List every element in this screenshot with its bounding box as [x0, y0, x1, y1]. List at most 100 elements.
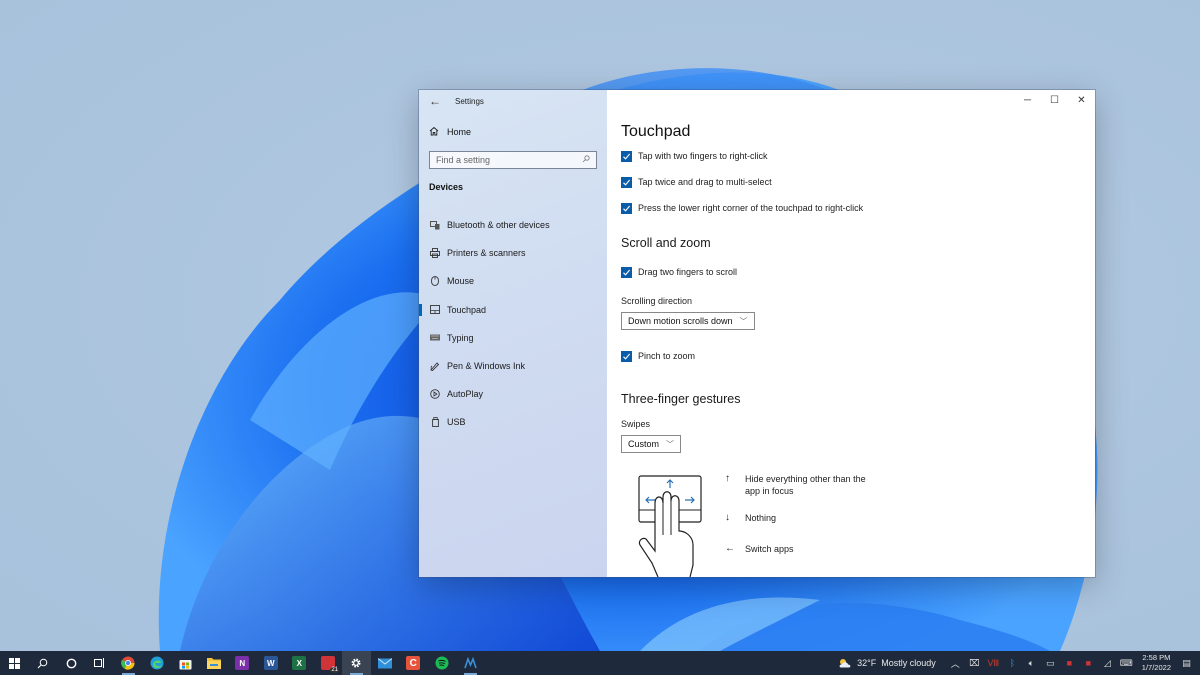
- checkbox-checked-icon[interactable]: [621, 266, 632, 278]
- keyboard-icon: [429, 333, 441, 343]
- back-button[interactable]: ←: [429, 94, 447, 108]
- sidebar-item-mouse[interactable]: Mouse: [419, 267, 607, 295]
- taskbar-app-word[interactable]: W: [257, 651, 286, 675]
- wifi-icon[interactable]: ◿: [1098, 658, 1117, 669]
- checkbox-checked-icon[interactable]: [621, 202, 632, 214]
- chevron-down-icon: ﹀: [739, 316, 748, 326]
- notifications-icon[interactable]: ▤: [1177, 658, 1196, 669]
- meet-now-icon[interactable]: ⌧: [965, 658, 984, 669]
- sidebar-item-touchpad[interactable]: Touchpad: [419, 296, 607, 324]
- taskbar-app-file-explorer[interactable]: [200, 651, 229, 675]
- app-icon: [463, 656, 477, 668]
- keyboard-icon[interactable]: ⌨: [1117, 658, 1136, 669]
- sidebar-item-autoplay[interactable]: AutoPlay: [419, 380, 607, 408]
- sidebar-item-label: Printers & scanners: [447, 248, 526, 259]
- devices-nav: Bluetooth & other devices Printers & sca…: [419, 211, 607, 437]
- chevron-up-icon[interactable]: ︿: [946, 657, 965, 670]
- gesture-action-label: Nothing: [745, 513, 777, 523]
- close-button[interactable]: ✕: [1068, 90, 1095, 110]
- checkbox-checked-icon[interactable]: [621, 350, 632, 362]
- pen-icon: [429, 361, 441, 372]
- home-nav-item[interactable]: Home: [419, 120, 607, 144]
- battery-icon[interactable]: ▭: [1041, 658, 1060, 669]
- sidebar-item-pen[interactable]: Pen & Windows Ink: [419, 352, 607, 380]
- sidebar-item-printers[interactable]: Printers & scanners: [419, 239, 607, 267]
- printer-icon: [429, 248, 441, 259]
- weather-widget[interactable]: 32°F Mostly cloudy: [838, 658, 936, 668]
- taskbar-app-settings[interactable]: [342, 651, 371, 675]
- taskbar-app-edge[interactable]: [143, 651, 172, 675]
- home-icon: [429, 126, 441, 139]
- checkbox-label: Drag two fingers to scroll: [638, 267, 738, 277]
- checkbox-checked-icon[interactable]: [621, 176, 632, 188]
- spotify-icon: [435, 656, 449, 670]
- cortana-button[interactable]: [57, 651, 86, 675]
- clock[interactable]: 2:58 PM 1/7/2022: [1142, 653, 1171, 673]
- page-title: Touchpad: [621, 123, 691, 140]
- checkbox-label: Pinch to zoom: [638, 351, 696, 361]
- taskbar-app-acrobat[interactable]: 21: [314, 651, 343, 675]
- tap-options: Tap with two fingers to right-click Tap …: [621, 149, 863, 215]
- gesture-action-label: Hide everything other than the app in fo…: [745, 474, 866, 496]
- taskbar-app-spotify[interactable]: [428, 651, 457, 675]
- search-input[interactable]: [436, 155, 576, 165]
- sidebar-item-usb[interactable]: USB: [419, 408, 607, 436]
- taskbar-app-chrome[interactable]: [114, 651, 143, 675]
- three-finger-gesture-illustration: [638, 475, 704, 578]
- checkbox-pinch-to-zoom[interactable]: Pinch to zoom: [621, 349, 695, 363]
- arrow-up-icon: ↑: [725, 473, 730, 484]
- usb-icon: [429, 417, 441, 428]
- weather-condition: Mostly cloudy: [881, 658, 936, 668]
- task-view-button[interactable]: [86, 651, 115, 675]
- sidebar-item-label: Mouse: [447, 276, 475, 287]
- taskbar-search-button[interactable]: [29, 651, 58, 675]
- minimize-button[interactable]: ─: [1014, 90, 1041, 110]
- checkbox-two-finger-right-click[interactable]: Tap with two fingers to right-click: [621, 149, 863, 163]
- bluetooth-icon[interactable]: ᛒ: [1003, 658, 1022, 668]
- app-tray-icon[interactable]: Ⅷ: [984, 658, 1003, 669]
- touchpad-icon: [429, 305, 441, 315]
- scrolling-direction-dropdown[interactable]: Down motion scrolls down ﹀: [621, 312, 755, 330]
- settings-window: ← Settings Home Devices Bluetooth & othe…: [419, 90, 1095, 578]
- settings-main-pane: ─ ☐ ✕ Touchpad Tap with two fingers to r…: [607, 90, 1095, 578]
- checkbox-label: Tap with two fingers to right-click: [638, 151, 768, 161]
- taskbar-app-blue[interactable]: [456, 651, 485, 675]
- sidebar-item-bluetooth[interactable]: Bluetooth & other devices: [419, 211, 607, 239]
- gesture-swipe-up: ↑ Hide everything other than the app in …: [725, 473, 875, 497]
- maximize-button[interactable]: ☐: [1041, 90, 1068, 110]
- gear-icon: [351, 658, 361, 668]
- gesture-swipe-left: ← Switch apps: [725, 543, 875, 555]
- sidebar-item-label: Typing: [447, 332, 474, 343]
- checkbox-drag-two-fingers[interactable]: Drag two fingers to scroll: [621, 265, 737, 279]
- volume-icon[interactable]: 🔈︎: [1022, 658, 1041, 669]
- tray-app-icon-1[interactable]: ■: [1060, 658, 1079, 668]
- swipes-dropdown[interactable]: Custom ﹀: [621, 435, 682, 453]
- notification-badge: 21: [330, 667, 339, 673]
- tray-app-icon-2[interactable]: ■: [1079, 658, 1098, 668]
- search-icon[interactable]: [582, 155, 590, 165]
- clock-time: 2:58 PM: [1142, 653, 1171, 662]
- checkbox-tap-twice-drag[interactable]: Tap twice and drag to multi-select: [621, 175, 863, 189]
- app-title: Settings: [455, 96, 484, 106]
- clock-date: 1/7/2022: [1141, 663, 1171, 672]
- taskbar-app-castify[interactable]: C: [399, 651, 428, 675]
- settings-sidebar: ← Settings Home Devices Bluetooth & othe…: [419, 90, 607, 577]
- taskbar-app-store[interactable]: [171, 651, 200, 675]
- start-button[interactable]: [0, 651, 29, 675]
- word-icon: W: [263, 656, 278, 670]
- checkbox-lower-right-corner[interactable]: Press the lower right corner of the touc…: [621, 201, 863, 215]
- taskbar-app-excel[interactable]: X: [285, 651, 314, 675]
- sidebar-item-typing[interactable]: Typing: [419, 324, 607, 352]
- section-heading-devices: Devices: [429, 182, 464, 192]
- taskbar-app-onenote[interactable]: N: [228, 651, 257, 675]
- taskbar-app-mail[interactable]: [371, 651, 400, 675]
- chrome-icon: [121, 656, 135, 670]
- taskbar: N W X 21 C 32°F Mostly cloudy ︿ ⌧ Ⅷ ᛒ 🔈︎…: [0, 651, 1200, 675]
- window-controls: ─ ☐ ✕: [1014, 90, 1095, 110]
- section-heading-three-finger: Three-finger gestures: [621, 392, 741, 406]
- find-setting-search[interactable]: [429, 151, 597, 169]
- checkbox-checked-icon[interactable]: [621, 150, 632, 162]
- scrolling-direction-label: Scrolling direction: [621, 296, 693, 306]
- folder-icon: [206, 658, 221, 669]
- arrow-down-icon: ↓: [725, 512, 730, 523]
